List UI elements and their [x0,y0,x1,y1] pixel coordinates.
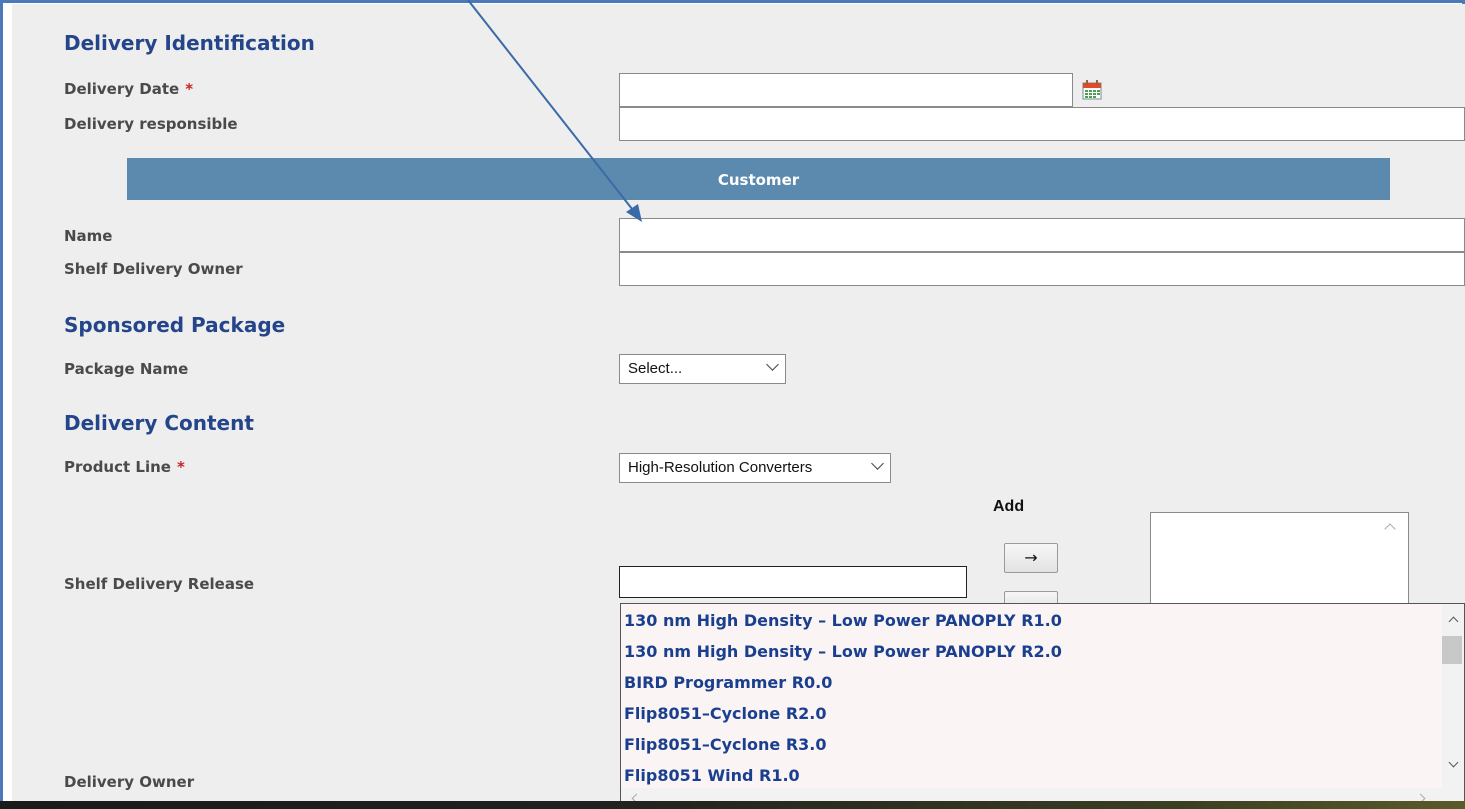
required-marker: * [185,80,194,98]
shelf-delivery-release-label: Shelf Delivery Release [64,575,255,593]
scroll-up-icon[interactable] [1448,616,1459,627]
delivery-owner-label: Delivery Owner [64,773,195,791]
section-title-delivery-identification: Delivery Identification [64,31,315,55]
delivery-date-label: Delivery Date * [64,80,194,98]
delivery-date-input[interactable] [619,73,1073,107]
release-option[interactable]: 130 nm High Density – Low Power PANOPLY … [621,604,1443,635]
release-option-list: 130 nm High Density – Low Power PANOPLY … [621,604,1443,790]
calendar-icon[interactable] [1081,79,1103,101]
chevron-down-icon [871,457,884,470]
customer-name-input[interactable] [619,218,1465,252]
scroll-up-icon[interactable] [1384,523,1396,535]
taskbar-strip [0,801,1465,809]
section-title-delivery-content: Delivery Content [64,411,254,435]
release-autocomplete-dropdown[interactable]: 130 nm High Density – Low Power PANOPLY … [620,603,1465,809]
package-name-select[interactable]: Select... [619,354,786,384]
release-option[interactable]: 130 nm High Density – Low Power PANOPLY … [621,635,1443,666]
product-line-select[interactable]: High-Resolution Converters [619,453,891,483]
release-option[interactable]: Flip8051 Wind R1.0 [621,759,1443,790]
add-arrow-button[interactable]: → [1004,543,1058,573]
delivery-responsible-label: Delivery responsible [64,115,238,133]
package-name-label: Package Name [64,360,189,378]
package-name-selected: Select... [628,360,683,377]
section-title-sponsored-package: Sponsored Package [64,313,286,337]
product-line-label: Product Line * [64,458,185,476]
vertical-scrollbar[interactable] [1442,604,1464,790]
delivery-responsible-input[interactable] [619,107,1465,141]
customer-name-label: Name [64,227,113,245]
release-option[interactable]: Flip8051–Cyclone R3.0 [621,728,1443,759]
scrollbar-thumb[interactable] [1442,636,1462,664]
add-label: Add [993,498,1025,515]
required-marker: * [176,458,185,476]
chevron-down-icon [766,358,779,371]
shelf-delivery-owner-label: Shelf Delivery Owner [64,260,243,278]
product-line-selected: High-Resolution Converters [628,459,813,476]
release-option[interactable]: BIRD Programmer R0.0 [621,666,1443,697]
scroll-down-icon[interactable] [1448,757,1459,768]
shelf-delivery-release-input[interactable] [619,566,967,598]
customer-section-header: Customer [127,158,1390,200]
shelf-delivery-owner-input[interactable] [619,252,1465,286]
release-option[interactable]: Flip8051–Cyclone R2.0 [621,697,1443,728]
